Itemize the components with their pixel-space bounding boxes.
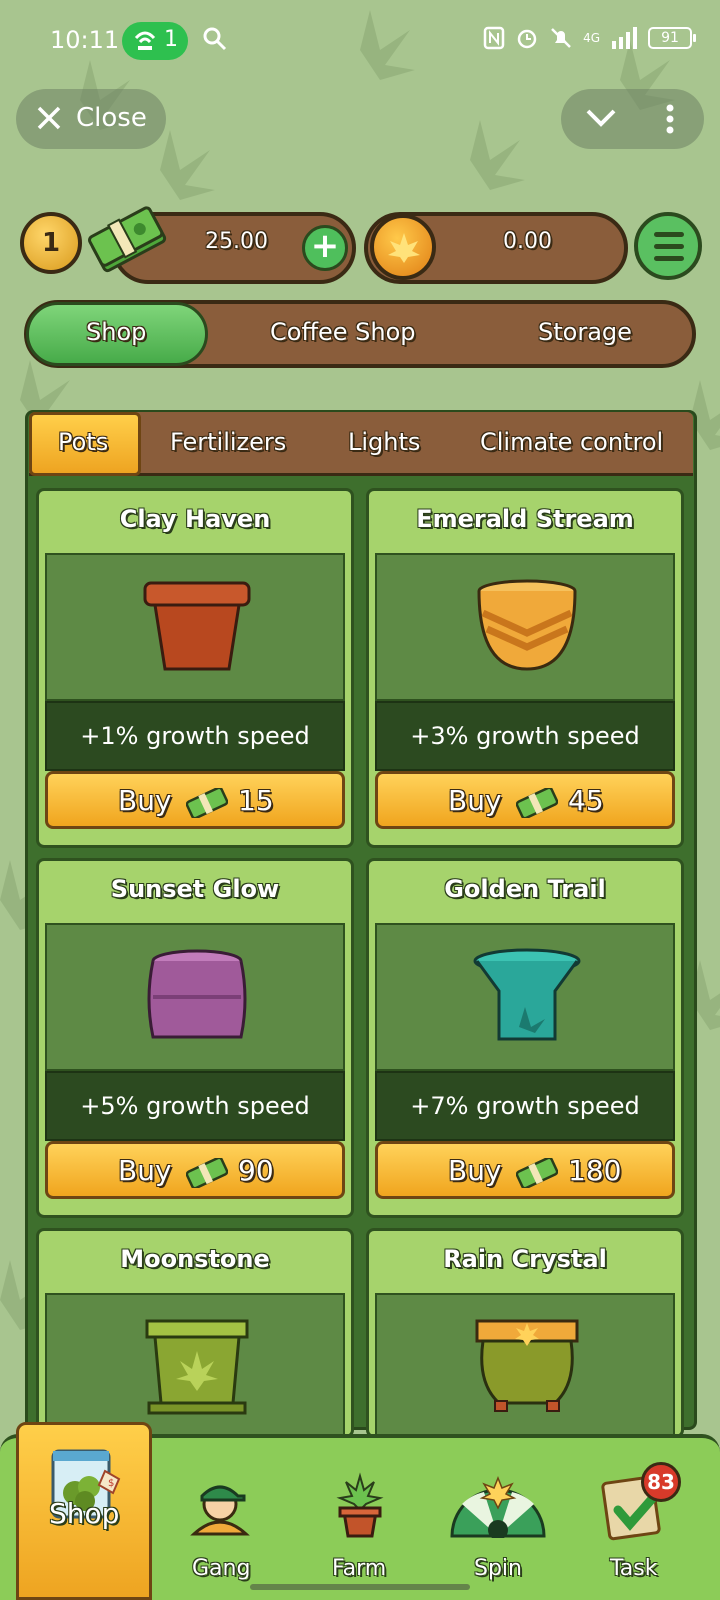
gang-avatar-icon[interactable] (188, 1474, 252, 1538)
buy-label: Buy (448, 784, 502, 817)
square-pot-icon (145, 1319, 249, 1415)
hamburger-menu-button[interactable] (634, 212, 702, 280)
svg-text:$: $ (108, 1478, 114, 1489)
item-image (375, 923, 675, 1071)
nav-shop[interactable]: $ Shop (16, 1422, 152, 1600)
nav-task[interactable]: Task (610, 1556, 657, 1581)
item-bonus: +3% growth speed (375, 701, 675, 771)
close-label: Close (76, 103, 147, 133)
buy-label: Buy (448, 1154, 502, 1187)
item-price: 15 (238, 784, 274, 817)
category-lights[interactable]: Lights (348, 428, 420, 456)
cash-icon (186, 788, 228, 818)
item-name: Moonstone (120, 1245, 270, 1273)
webapp-menu-pill (561, 89, 704, 149)
task-count-badge: 83 (641, 1462, 681, 1502)
category-fertilizers[interactable]: Fertilizers (170, 428, 286, 456)
cauldron-pot-icon (475, 1319, 579, 1412)
tab-coffee-shop[interactable]: Coffee Shop (270, 318, 416, 346)
item-name: Rain Crystal (443, 1245, 607, 1273)
cash-stack-icon (88, 206, 167, 273)
chevron-pot-icon (477, 579, 577, 671)
cash-icon (516, 788, 558, 818)
status-bar: 10:11 1 4G 91 (0, 0, 720, 84)
search-icon (203, 27, 227, 51)
network-type: 4G (583, 31, 600, 45)
teal-pot-icon (473, 948, 581, 1041)
item-image (45, 553, 345, 701)
chevron-down-icon[interactable] (585, 107, 617, 129)
clay-pot-icon (143, 581, 251, 671)
item-bonus: +1% growth speed (45, 701, 345, 771)
item-price: 45 (568, 784, 604, 817)
hotspot-icon (134, 31, 156, 50)
alarm-icon (517, 29, 537, 49)
level-badge: 1 (20, 212, 82, 274)
nav-gang[interactable]: Gang (192, 1556, 250, 1581)
shop-item-card: Rain Crystal (366, 1228, 684, 1438)
barrel-pot-icon (147, 949, 247, 1039)
battery-icon: 91 (648, 27, 696, 49)
coin-value: 0.00 (503, 229, 552, 254)
nav-spin[interactable]: Spin (474, 1556, 522, 1581)
shop-item-card: Sunset Glow +5% growth speed Buy 90 (36, 858, 354, 1218)
nav-label: Shop (49, 1497, 120, 1530)
wheel-icon[interactable] (448, 1474, 548, 1538)
item-image (45, 1293, 345, 1435)
item-image (45, 923, 345, 1071)
item-bonus: +5% growth speed (45, 1071, 345, 1141)
close-button[interactable]: Close (16, 89, 166, 149)
plant-pot-icon[interactable] (332, 1472, 388, 1540)
item-price: 90 (238, 1154, 274, 1187)
item-image (375, 1293, 675, 1435)
item-name: Golden Trail (444, 875, 606, 903)
cash-value: 25.00 (205, 229, 268, 254)
buy-label: Buy (118, 784, 172, 817)
status-time: 10:11 (50, 26, 120, 54)
item-bonus: +7% growth speed (375, 1071, 675, 1141)
mute-bell-icon (551, 28, 571, 48)
shop-item-card: Moonstone (36, 1228, 354, 1438)
buy-button[interactable]: Buy 90 (45, 1141, 345, 1199)
close-icon (37, 106, 61, 130)
shop-item-card: Emerald Stream +3% growth speed Buy 45 (366, 488, 684, 848)
buy-label: Buy (118, 1154, 172, 1187)
cash-icon (186, 1158, 228, 1188)
more-options-icon[interactable] (665, 103, 675, 135)
category-pots[interactable]: Pots (58, 428, 108, 456)
hotspot-count: 1 (164, 27, 178, 52)
item-image (375, 553, 675, 701)
shop-item-card: Clay Haven +1% growth speed Buy 15 (36, 488, 354, 848)
buy-button[interactable]: Buy 15 (45, 771, 345, 829)
item-name: Clay Haven (119, 505, 271, 533)
add-cash-button[interactable]: + (302, 225, 348, 271)
status-indicators: 4G 91 (483, 26, 696, 50)
hotspot-pill: 1 (122, 22, 188, 60)
shop-item-card: Golden Trail +7% growth speed Buy 180 (366, 858, 684, 1218)
nfc-icon (483, 26, 505, 50)
category-climate-control[interactable]: Climate control (480, 428, 663, 456)
tab-storage[interactable]: Storage (538, 318, 632, 346)
nav-farm[interactable]: Farm (332, 1556, 386, 1581)
home-indicator[interactable] (250, 1584, 470, 1590)
buy-button[interactable]: Buy 180 (375, 1141, 675, 1199)
item-name: Sunset Glow (110, 875, 280, 903)
cash-icon (516, 1158, 558, 1188)
tab-shop[interactable]: Shop (86, 318, 146, 346)
buy-button[interactable]: Buy 45 (375, 771, 675, 829)
coin-icon (370, 214, 436, 280)
item-price: 180 (568, 1154, 622, 1187)
item-name: Emerald Stream (416, 505, 634, 533)
signal-icon (612, 27, 637, 49)
